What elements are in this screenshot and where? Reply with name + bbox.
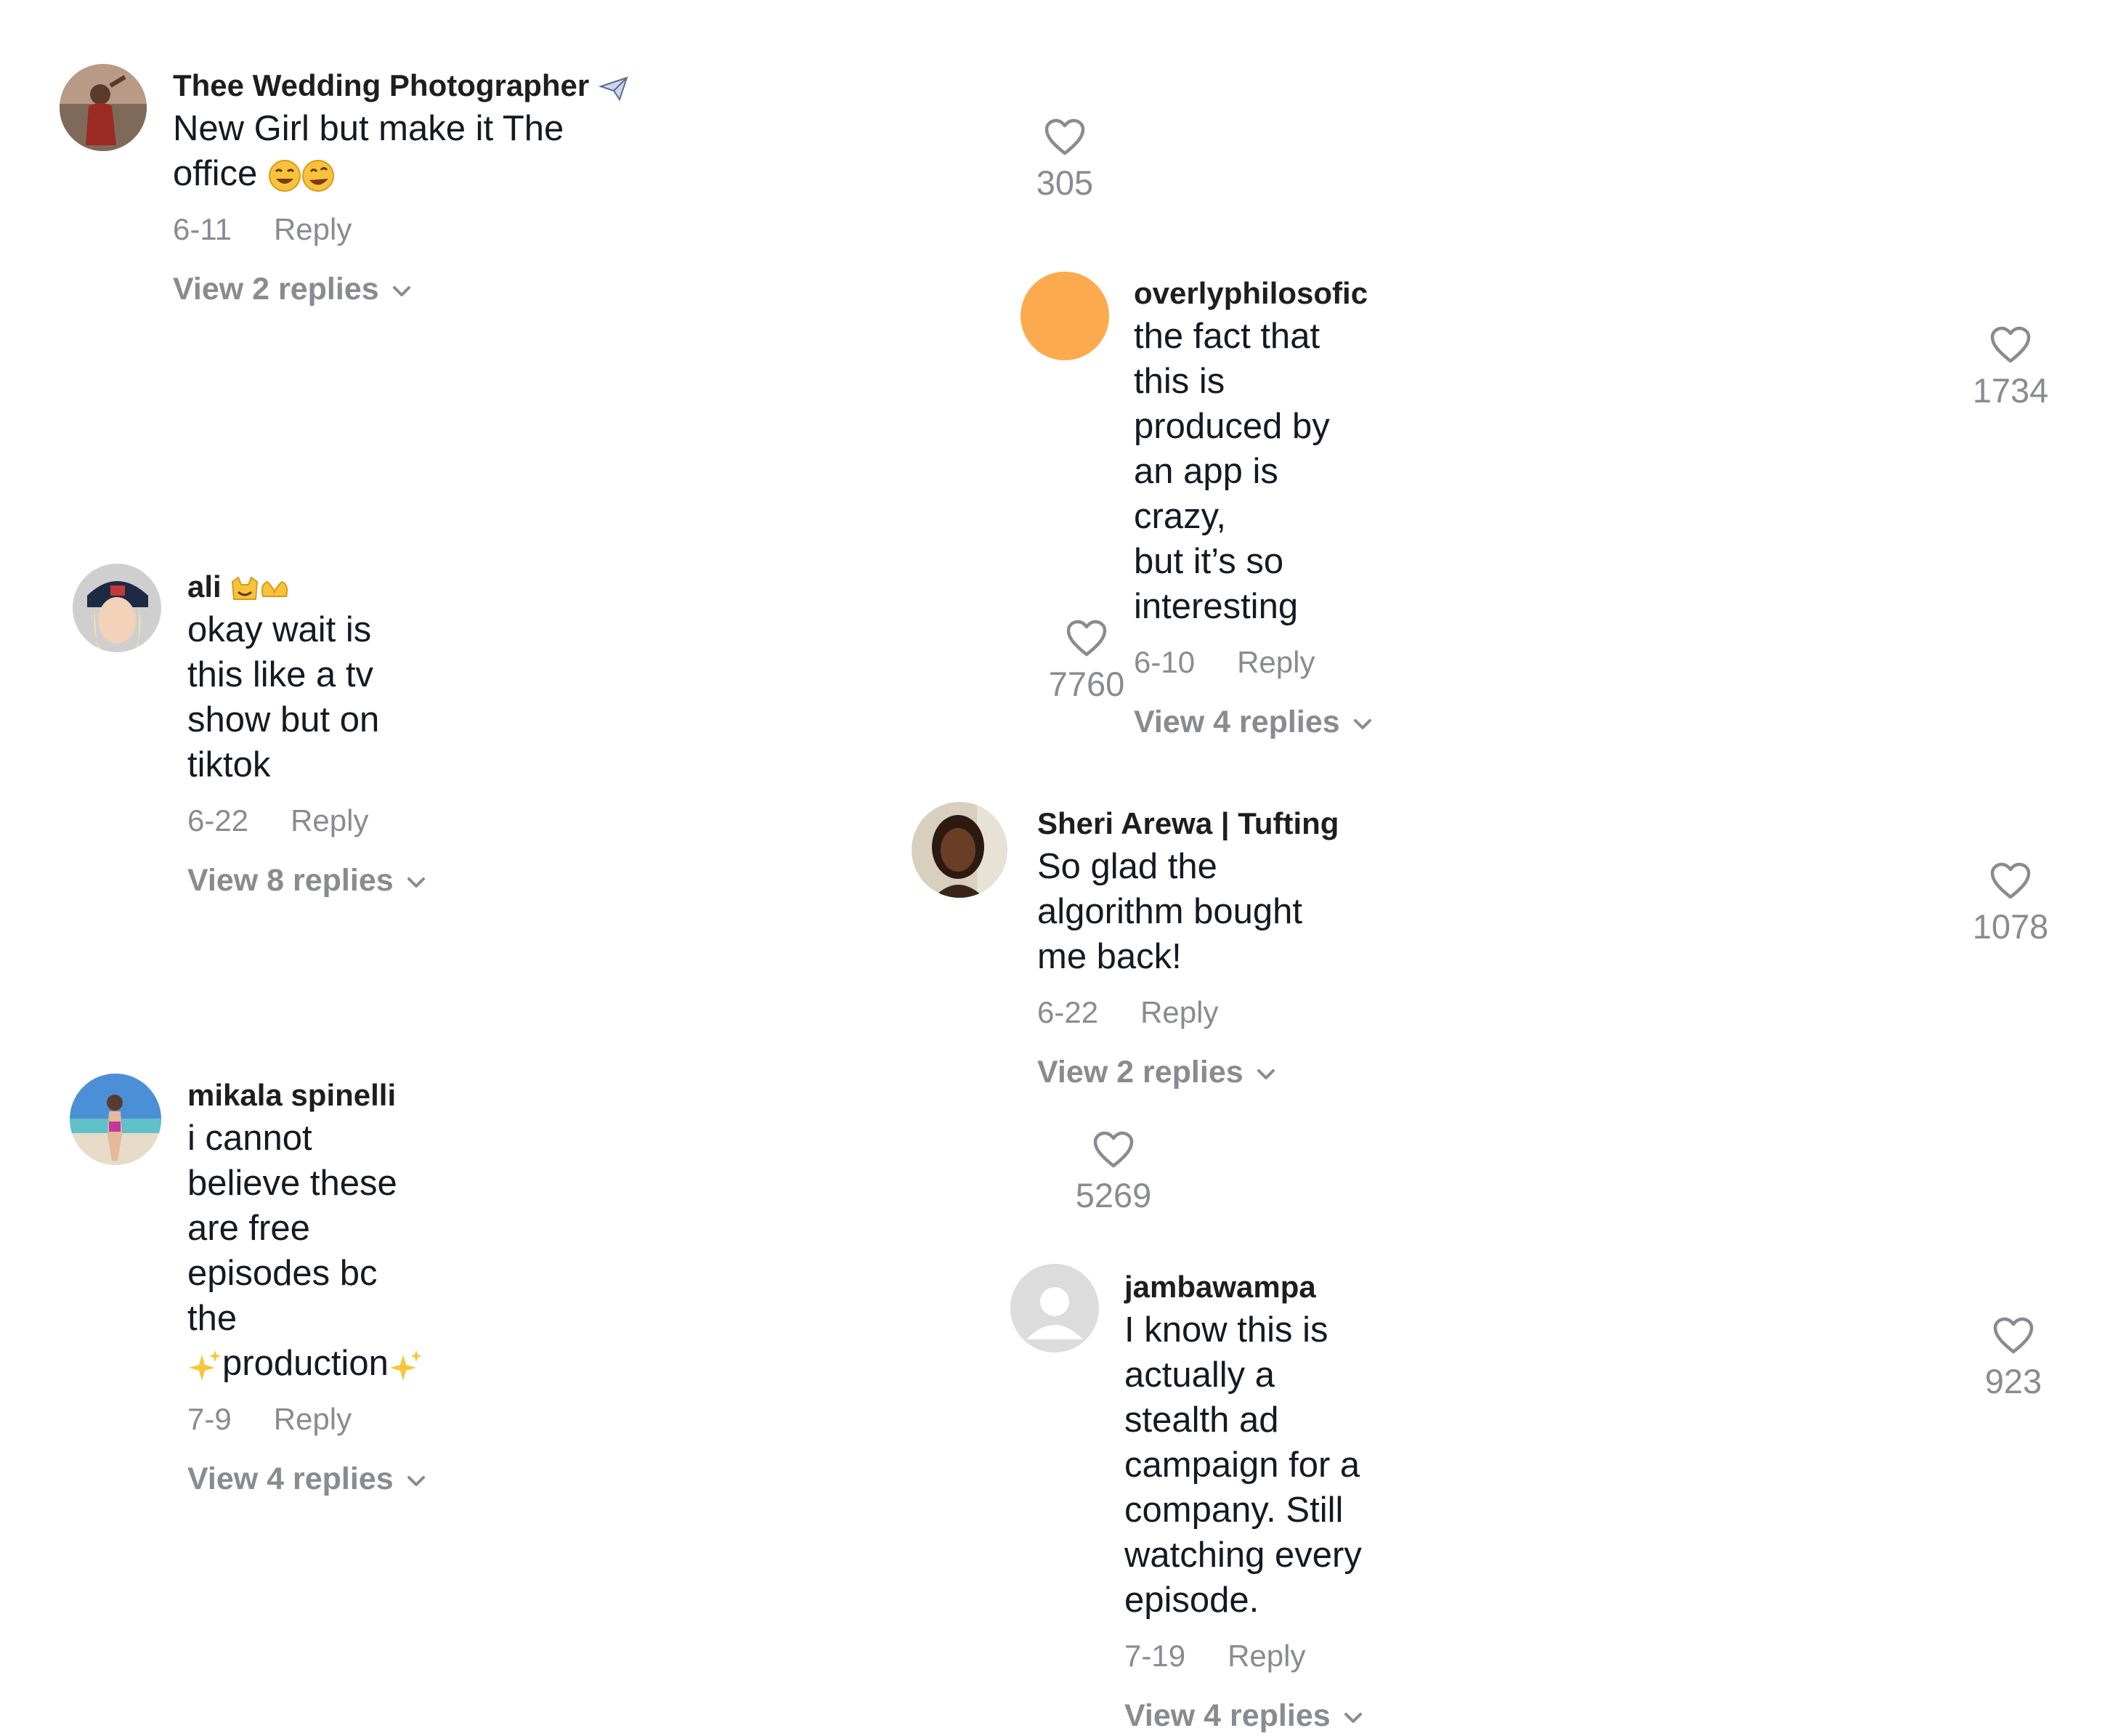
heart-icon [1044, 118, 1086, 157]
comment-body: jambawampa I know this is actually a ste… [1124, 1267, 1364, 1736]
like-count: 1078 [1972, 907, 2049, 946]
reply-button[interactable]: Reply [1237, 645, 1315, 679]
view-replies-button[interactable]: View 4 replies [1124, 1695, 1364, 1736]
reply-button[interactable]: Reply [1140, 995, 1218, 1029]
comment-text: the fact that this is produced by an app… [1134, 317, 1330, 626]
like-count: 7760 [1048, 665, 1125, 703]
comment-meta: 7-9 Reply [187, 1399, 427, 1440]
avatar[interactable] [1010, 1264, 1099, 1352]
chevron-down-icon [1342, 1710, 1364, 1726]
default-avatar-icon [1026, 1287, 1083, 1339]
view-replies-button[interactable]: View 2 replies [1037, 1052, 1339, 1092]
like-button[interactable]: 5269 [1052, 1130, 1175, 1216]
chevron-down-icon [405, 1473, 427, 1489]
airplane-icon [598, 76, 628, 102]
avatar[interactable] [70, 1074, 161, 1165]
heart-icon [1092, 1130, 1135, 1169]
view-replies-button[interactable]: View 4 replies [187, 1459, 427, 1499]
username[interactable]: Sheri Arewa | Tufting [1037, 803, 1339, 844]
like-button[interactable]: 305 [1003, 118, 1127, 203]
avatar[interactable] [1021, 272, 1109, 360]
comment-date: 6-22 [187, 803, 249, 837]
avatar[interactable] [60, 64, 147, 151]
chevron-down-icon [1352, 716, 1374, 732]
like-button[interactable]: 923 [1952, 1316, 2075, 1402]
comment-body: Thee Wedding Photographer New Girl but m… [173, 65, 630, 309]
view-replies-button[interactable]: View 4 replies [1134, 702, 1374, 742]
like-count: 1734 [1972, 371, 2049, 410]
avatar-photo-icon [60, 64, 147, 151]
chevron-down-icon [1255, 1066, 1277, 1082]
view-replies-button[interactable]: View 2 replies [173, 269, 630, 309]
comment-date: 6-11 [173, 212, 232, 246]
comment-text: I know this is actually a stealth ad cam… [1124, 1310, 1362, 1620]
chevron-down-icon [391, 283, 413, 299]
comment-body: Sheri Arewa | Tufting So glad the algori… [1037, 803, 1339, 1092]
heart-icon [1066, 619, 1108, 658]
like-count: 305 [1036, 163, 1094, 202]
comment-text: i cannot believe these are free episodes… [187, 1116, 427, 1386]
reply-button[interactable]: Reply [274, 212, 352, 246]
comment-text: New Girl but make it The office [173, 109, 564, 193]
comment-text: So glad the algorithm bought me back! [1037, 847, 1303, 976]
comment-body: mikala spinelli i cannot believe these a… [187, 1075, 427, 1499]
comment-date: 6-22 [1037, 995, 1099, 1029]
comment-meta: 6-11 Reply [173, 209, 630, 250]
heart-icon [1989, 325, 2032, 365]
view-replies-button[interactable]: View 8 replies [187, 860, 427, 901]
avatar-photo-icon [73, 564, 161, 652]
like-button[interactable]: 7760 [1025, 619, 1148, 705]
like-button[interactable]: 1734 [1949, 325, 2072, 411]
heart-icon [1992, 1316, 2034, 1355]
comment-meta: 6-22 Reply [1037, 992, 1339, 1033]
comment-body: overlyphilosofic the fact that this is p… [1134, 273, 1374, 742]
username[interactable]: jambawampa [1124, 1267, 1364, 1307]
sparkles-icon [189, 1350, 221, 1382]
comment-meta: 6-10 Reply [1134, 642, 1374, 683]
reply-button[interactable]: Reply [1228, 1639, 1305, 1673]
comment-body: ali okay wait is this like a tv show but… [187, 567, 427, 901]
heart-hands-emoji-icon [261, 580, 288, 597]
like-button[interactable]: 1078 [1949, 861, 2072, 947]
reply-button[interactable]: Reply [274, 1402, 352, 1436]
username[interactable]: mikala spinelli [187, 1075, 427, 1116]
joy-emoji-icon [268, 160, 334, 192]
comment-date: 7-19 [1124, 1639, 1186, 1673]
username[interactable]: overlyphilosofic [1134, 273, 1374, 314]
reply-button[interactable]: Reply [291, 803, 368, 837]
comment-date: 7-9 [187, 1402, 232, 1436]
avatar[interactable] [73, 564, 161, 652]
comment-text: okay wait is this like a tv show but on … [187, 610, 380, 784]
username[interactable]: ali [187, 567, 427, 607]
like-count: 5269 [1075, 1176, 1152, 1214]
username[interactable]: Thee Wedding Photographer [173, 65, 630, 106]
avatar-photo-icon [912, 802, 1007, 898]
avatar[interactable] [912, 802, 1007, 898]
sparkles-icon [389, 1350, 422, 1382]
avatar-photo-icon [70, 1074, 161, 1165]
comment-meta: 7-19 Reply [1124, 1636, 1364, 1676]
like-count: 923 [1984, 1362, 2042, 1400]
comment-meta: 6-22 Reply [187, 800, 427, 841]
chevron-down-icon [405, 875, 427, 891]
cat-emoji-icon [232, 576, 288, 600]
heart-icon [1989, 861, 2032, 901]
rofl-emoji-icon [301, 160, 334, 192]
